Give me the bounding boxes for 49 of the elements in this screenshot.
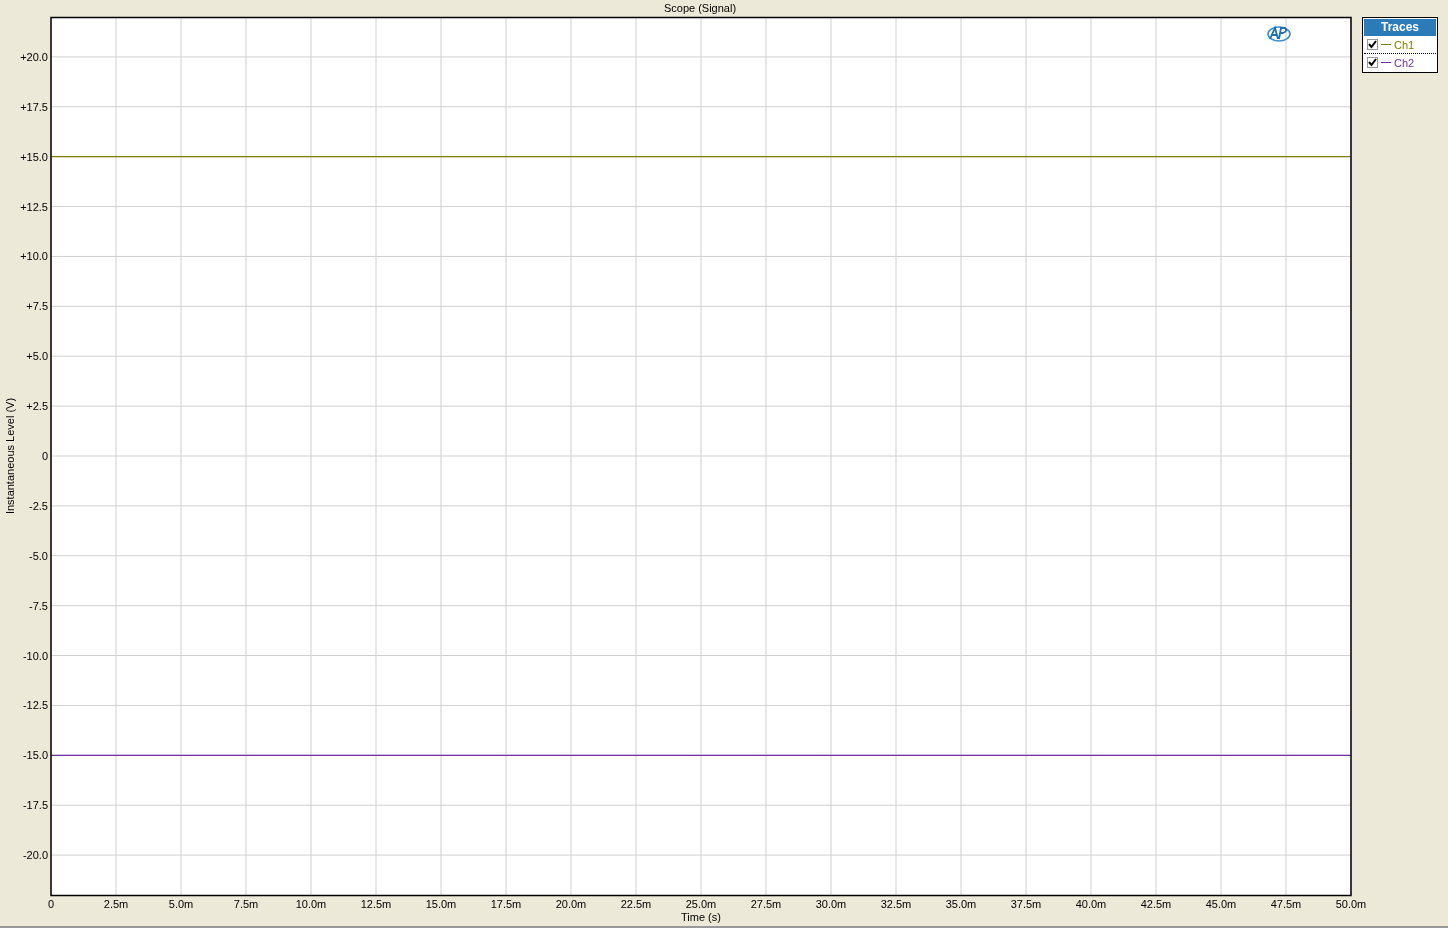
x-tick-label: 32.5m [880, 898, 912, 910]
x-tick-label: 30.0m [815, 898, 847, 910]
x-tick-label: 45.0m [1205, 898, 1237, 910]
y-tick-label: -12.5 [22, 699, 48, 712]
window-title: Scope (Signal) [662, 1, 738, 16]
x-tick-label: 42.5m [1140, 898, 1172, 910]
y-tick-label: +10.0 [20, 250, 48, 263]
y-tick-label: -10.0 [22, 649, 48, 662]
x-tick-label: 17.5m [490, 898, 522, 910]
x-tick-label: 10.0m [295, 898, 327, 910]
y-tick-label: -20.0 [22, 849, 48, 862]
x-tick-label: 50.0m [1335, 898, 1367, 910]
x-tick-label: 2.5m [103, 898, 129, 910]
ap-logo-icon [1267, 26, 1291, 42]
x-tick-label: 25.0m [685, 898, 717, 910]
x-tick-label: 37.5m [1010, 898, 1042, 910]
y-tick-label: -2.5 [29, 499, 48, 512]
y-tick-label: +20.0 [20, 50, 48, 63]
y-tick-label: -15.0 [22, 749, 48, 762]
legend-line-icon [1381, 44, 1391, 45]
y-tick-label: 0 [41, 450, 48, 462]
x-tick-label: 47.5m [1270, 898, 1302, 910]
y-tick-label: +5.0 [26, 350, 48, 363]
x-tick-label: 20.0m [555, 898, 587, 910]
legend-label: Ch2 [1394, 56, 1415, 69]
y-axis-title: Instantaneous Level (V) [4, 397, 16, 515]
x-tick-label: 5.0m [168, 898, 194, 910]
y-tick-label: +2.5 [26, 400, 48, 413]
legend-label: Ch1 [1394, 38, 1415, 51]
y-tick-label: -7.5 [29, 599, 48, 612]
x-tick-label: 22.5m [620, 898, 652, 910]
y-tick-label: +17.5 [20, 100, 48, 113]
y-tick-label: +7.5 [26, 300, 48, 313]
y-tick-label: -5.0 [29, 549, 48, 562]
x-tick-label: 12.5m [360, 898, 392, 910]
y-tick-label: +12.5 [20, 200, 48, 213]
x-tick-label: 35.0m [945, 898, 977, 910]
checkbox[interactable] [1367, 39, 1378, 50]
y-tick-label: +15.0 [20, 150, 48, 163]
x-tick-label: 0 [47, 898, 55, 910]
checkbox[interactable] [1367, 57, 1378, 68]
legend-line-icon [1381, 62, 1391, 63]
x-axis-title: Time (s) [681, 911, 721, 923]
y-tick-label: -17.5 [22, 799, 48, 812]
x-tick-label: 7.5m [233, 898, 259, 910]
x-tick-label: 40.0m [1075, 898, 1107, 910]
x-tick-label: 27.5m [750, 898, 782, 910]
x-tick-label: 15.0m [425, 898, 457, 910]
legend-title: Traces [1364, 19, 1436, 36]
